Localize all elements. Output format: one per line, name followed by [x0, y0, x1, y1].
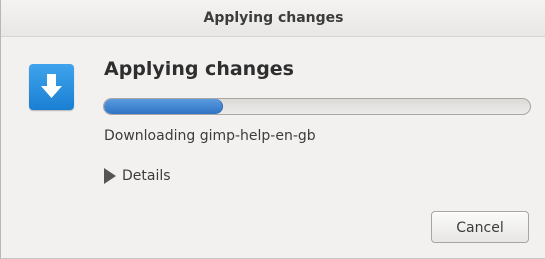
details-expander[interactable]: Details: [104, 166, 171, 186]
dialog-heading: Applying changes: [104, 58, 294, 80]
progress-fill: [104, 99, 224, 114]
download-progress-bar: [103, 98, 531, 115]
status-text: Downloading gimp-help-en-gb: [104, 128, 316, 144]
applying-changes-dialog: Applying changes Applying changes Downlo…: [0, 0, 545, 259]
cancel-button[interactable]: Cancel: [431, 211, 529, 243]
expander-arrow-icon: [104, 168, 116, 184]
window-title: Applying changes: [1, 0, 545, 37]
download-arrow-icon: [29, 64, 74, 110]
details-label: Details: [122, 168, 171, 184]
